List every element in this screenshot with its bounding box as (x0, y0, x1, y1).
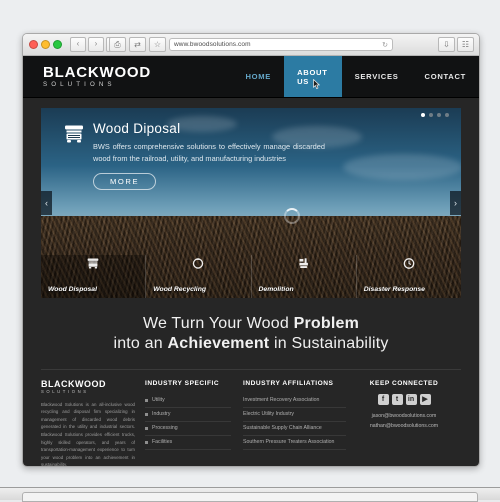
email-link-jason[interactable]: jason@bwoodsolutions.com (358, 412, 450, 422)
reload-icon[interactable]: ↻ (382, 41, 388, 49)
thumb-label: Wood Disposal (48, 286, 97, 293)
slider-dot-3[interactable] (437, 113, 441, 117)
hero-content: Wood Diposal BWS offers comprehensive so… (63, 121, 325, 190)
footer-industry-list: Utility Industry Processing Facilities (145, 394, 231, 450)
nav-item-home[interactable]: HOME (232, 56, 284, 97)
mouse-cursor-icon (313, 78, 320, 90)
thumb-label: Demolition (258, 286, 294, 293)
footer-affiliations-column: INDUSTRY AFFILIATIONS Investment Recover… (243, 379, 358, 466)
slider-next-arrow[interactable]: › (450, 191, 461, 215)
facebook-icon[interactable]: f (377, 393, 389, 405)
site-footer: BLACKWOOD SOLUTIONS Blackwood Solutions … (41, 368, 461, 467)
nav-item-about-us[interactable]: ABOUT US (284, 56, 342, 97)
logo-tagline: SOLUTIONS (43, 80, 116, 88)
download-icon[interactable]: ⇩ (438, 37, 455, 52)
slider-dot-4[interactable] (445, 113, 449, 117)
list-item[interactable]: Sustainable Supply Chain Alliance (243, 422, 346, 436)
background-window-edge (0, 487, 500, 502)
nav-item-services[interactable]: SERVICES (342, 56, 412, 97)
tagline-line-2-post: in Sustainability (269, 335, 389, 353)
background-window-titlebar (22, 492, 478, 502)
footer-industry-heading: INDUSTRY SPECIFIC (145, 379, 220, 387)
maximize-button[interactable] (53, 40, 62, 49)
slider-dot-2[interactable] (429, 113, 433, 117)
list-item[interactable]: Southern Pressure Treaters Association (243, 436, 346, 450)
site-logo[interactable]: BLACKWOOD SOLUTIONS (23, 56, 232, 97)
print-icon[interactable]: ⎙ (109, 37, 126, 52)
footer-connected-column: KEEP CONNECTED f t in ▶ jason@bwoodsolut… (358, 379, 450, 466)
twitter-icon[interactable]: t (391, 393, 403, 405)
truck-icon (65, 125, 83, 143)
tagline-line-1-pre: We Turn Your Wood (142, 315, 294, 332)
bookmark-icon[interactable]: ☆ (149, 37, 166, 52)
list-item[interactable]: Facilities (145, 436, 231, 450)
email-link-nathan[interactable]: nathan@bwoodsolutions.com (358, 422, 450, 432)
more-button[interactable]: MORE (93, 172, 157, 190)
tagline-line-2-bold: Achievement (167, 335, 270, 353)
list-item[interactable]: Processing (145, 422, 231, 436)
web-page: BLACKWOOD SOLUTIONS HOME ABOUT US SERVIC… (23, 56, 479, 467)
list-item[interactable]: Investment Recovery Association (243, 394, 346, 408)
browser-window: ‹ › ◫ ⎙ ⇄ ☆ www.bwoodsolutions.com ↻ ⇩ ☷ (22, 33, 480, 467)
url-text: www.bwoodsolutions.com (174, 41, 251, 48)
minimize-button[interactable] (41, 40, 50, 49)
back-arrow-icon[interactable]: ‹ (70, 37, 86, 52)
hero-description: BWS offers comprehensive solutions to ef… (93, 141, 325, 163)
youtube-icon[interactable]: ▶ (419, 393, 431, 405)
url-input[interactable]: www.bwoodsolutions.com ↻ (169, 38, 393, 51)
footer-logo-tagline: SOLUTIONS (41, 389, 89, 395)
footer-connected-heading: KEEP CONNECTED (369, 379, 439, 387)
tagline-section: We Turn Your Wood Problem into an Achiev… (23, 298, 479, 369)
cloud-shape (343, 154, 461, 180)
loading-spinner-icon (284, 208, 300, 224)
share-icon[interactable]: ⇄ (129, 37, 146, 52)
linkedin-icon[interactable]: in (405, 393, 417, 405)
tagline-line-2: into an Achievement in Sustainability (33, 334, 469, 354)
recycle-icon (193, 257, 204, 269)
list-item[interactable]: Electric Utility Industry (243, 408, 346, 422)
thumb-wood-recycling[interactable]: Wood Recycling (146, 255, 252, 298)
footer-logo-wordmark: BLACKWOOD (41, 378, 106, 389)
tagline-line-1-bold: Problem (293, 315, 360, 332)
screenshot-stage: ‹ › ◫ ⎙ ⇄ ☆ www.bwoodsolutions.com ↻ ⇩ ☷ (0, 0, 500, 502)
thumb-label: Disaster Response (363, 286, 425, 293)
forward-arrow-icon[interactable]: › (88, 37, 104, 52)
footer-about-column: BLACKWOOD SOLUTIONS Blackwood Solutions … (41, 378, 145, 467)
logo-wordmark: BLACKWOOD (43, 63, 152, 81)
slider-prev-arrow[interactable]: ‹ (41, 191, 52, 215)
thumb-demolition[interactable]: Demolition (252, 255, 357, 298)
thumb-disaster-response[interactable]: Disaster Response (357, 255, 461, 298)
window-controls[interactable] (23, 40, 62, 49)
footer-industry-column: INDUSTRY SPECIFIC Utility Industry Proce… (145, 379, 243, 466)
tabs-icon[interactable]: ☷ (457, 37, 474, 52)
site-header: BLACKWOOD SOLUTIONS HOME ABOUT US SERVIC… (23, 56, 479, 98)
hero-title: Wood Diposal (93, 121, 181, 136)
address-bar-group: ⎙ ⇄ ☆ www.bwoodsolutions.com ↻ (109, 37, 393, 52)
browser-toolbar: ‹ › ◫ ⎙ ⇄ ☆ www.bwoodsolutions.com ↻ ⇩ ☷ (23, 34, 479, 56)
hero-thumbnails: Wood Disposal Wood Recycling Demolition … (41, 255, 461, 298)
thumb-wood-disposal[interactable]: Wood Disposal (41, 255, 147, 298)
clock-icon (403, 258, 415, 269)
excavator-icon (299, 258, 308, 269)
slider-dot-1[interactable] (421, 113, 425, 117)
social-links: f t in ▶ (358, 393, 450, 405)
footer-about-text: Blackwood Solutions is an all-inclusive … (41, 401, 135, 467)
footer-affiliations-list: Investment Recovery Association Electric… (243, 394, 346, 450)
list-item[interactable]: Industry (145, 408, 231, 422)
thumb-label: Wood Recycling (153, 286, 206, 293)
tagline-line-2-pre: into an (113, 335, 168, 353)
slider-dots[interactable] (421, 113, 449, 117)
truck-icon (87, 258, 99, 269)
list-item[interactable]: Utility (145, 394, 231, 408)
tagline-line-1: We Turn Your Wood Problem (33, 314, 469, 334)
toolbar-right-buttons[interactable]: ⇩ ☷ (438, 37, 474, 52)
nav-item-contact[interactable]: CONTACT (412, 56, 479, 97)
main-navigation: HOME ABOUT US SERVICES CONTACT (232, 56, 479, 97)
footer-affiliations-heading: INDUSTRY AFFILIATIONS (243, 379, 334, 387)
hero-slider: Wood Diposal BWS offers comprehensive so… (41, 108, 461, 298)
close-button[interactable] (29, 40, 38, 49)
